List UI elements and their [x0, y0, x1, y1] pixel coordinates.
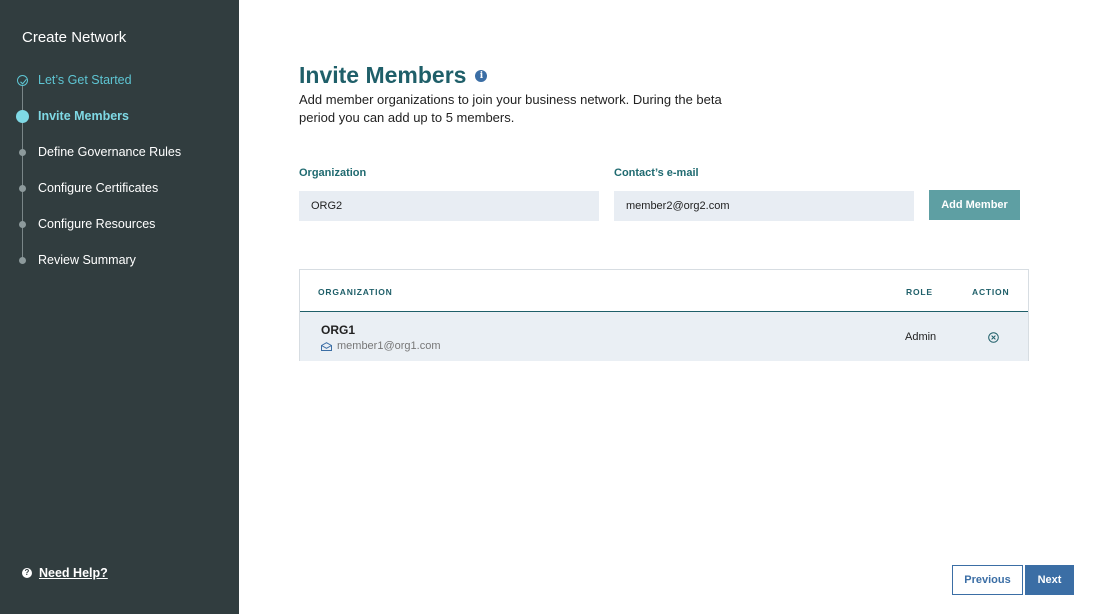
main-content: Invite Members i Add member organization… — [239, 0, 1112, 614]
page-description: Add member organizations to join your bu… — [299, 92, 722, 125]
organization-label: Organization — [299, 167, 367, 179]
add-member-button[interactable]: Add Member — [929, 190, 1020, 220]
organization-input[interactable] — [299, 191, 599, 221]
need-help-link[interactable]: ? Need Help? — [22, 564, 108, 582]
step-label: Let’s Get Started — [38, 73, 132, 87]
column-header-action: ACTION — [972, 287, 1010, 297]
member-organization: ORG1 — [321, 323, 356, 337]
member-email: member1@org1.com — [321, 340, 440, 352]
contact-email-input[interactable] — [614, 191, 914, 221]
previous-button[interactable]: Previous — [952, 565, 1023, 595]
column-header-organization[interactable]: ORGANIZATION — [318, 287, 393, 297]
column-header-role[interactable]: ROLE — [906, 287, 933, 297]
step-lets-get-started[interactable]: Let’s Get Started — [0, 70, 239, 92]
table-row: ORG1 member1@org1.com Admin — [300, 312, 1028, 361]
step-define-governance-rules[interactable]: Define Governance Rules — [0, 142, 239, 164]
member-role: Admin — [905, 331, 937, 343]
app-window: Create Network Let’s Get Started Invite … — [0, 0, 1112, 614]
step-review-summary[interactable]: Review Summary — [0, 250, 239, 272]
contact-email-label: Contact’s e-mail — [614, 167, 699, 179]
step-label: Configure Certificates — [38, 181, 159, 195]
step-label: Review Summary — [38, 253, 136, 267]
next-button[interactable]: Next — [1025, 565, 1074, 595]
step-configure-resources[interactable]: Configure Resources — [0, 214, 239, 236]
step-configure-certificates[interactable]: Configure Certificates — [0, 178, 239, 200]
step-dot-icon — [19, 221, 26, 228]
sidebar-title: Create Network — [22, 29, 127, 46]
envelope-icon — [321, 341, 332, 351]
sidebar: Create Network Let’s Get Started Invite … — [0, 0, 239, 614]
step-dot-icon — [19, 257, 26, 264]
table-header: ORGANIZATION ROLE ACTION — [300, 270, 1028, 312]
need-help-label: Need Help? — [39, 566, 108, 580]
page-header: Invite Members i — [299, 62, 488, 89]
step-invite-members[interactable]: Invite Members — [0, 106, 239, 128]
step-label: Configure Resources — [38, 217, 156, 231]
checkmark-icon — [17, 75, 28, 86]
page-title: Invite Members — [299, 62, 467, 88]
active-step-dot-icon — [16, 110, 29, 123]
step-dot-icon — [19, 185, 26, 192]
help-icon: ? — [22, 568, 32, 578]
members-table: ORGANIZATION ROLE ACTION ORG1 member1@or… — [299, 269, 1029, 361]
step-label: Invite Members — [38, 109, 130, 123]
step-dot-icon — [19, 149, 26, 156]
step-label: Define Governance Rules — [38, 145, 182, 159]
remove-member-icon[interactable] — [988, 330, 999, 348]
info-icon[interactable]: i — [475, 69, 488, 82]
member-email-text: member1@org1.com — [337, 340, 441, 352]
